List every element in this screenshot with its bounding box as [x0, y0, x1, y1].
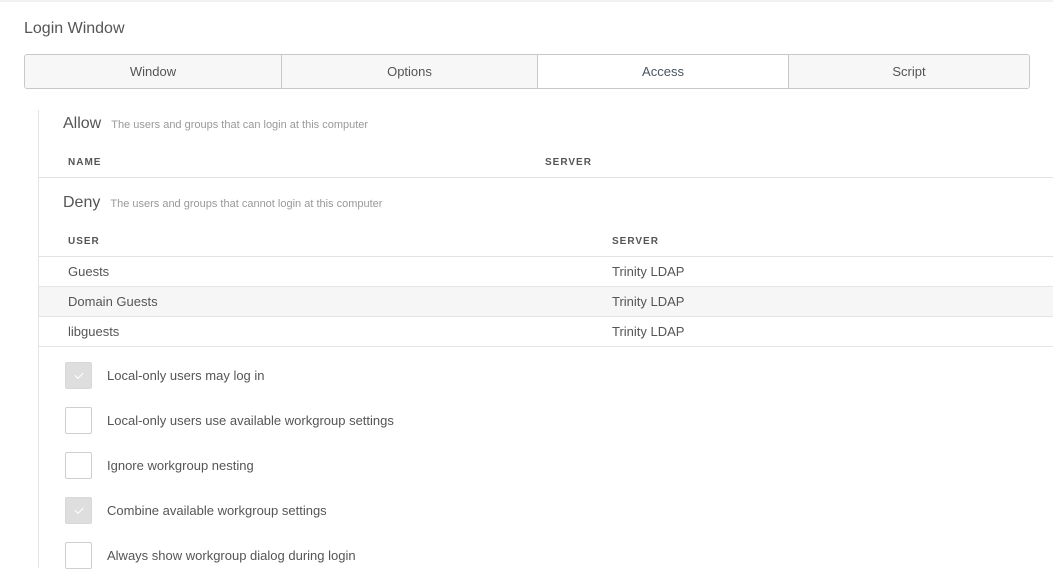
allow-description: The users and groups that can login at t… — [111, 119, 369, 131]
row-server: Trinity LDAP — [612, 324, 685, 339]
option-label: Ignore workgroup nesting — [107, 458, 254, 473]
page-title: Login Window — [24, 20, 125, 37]
tab-script[interactable]: Script — [789, 55, 1029, 88]
option-combine-workgroup[interactable]: Combine available workgroup settings — [65, 497, 327, 524]
tab-options[interactable]: Options — [282, 55, 538, 88]
deny-section-header: Deny The users and groups that cannot lo… — [63, 194, 382, 212]
top-divider — [0, 0, 1053, 2]
deny-title: Deny — [63, 194, 101, 211]
checkbox[interactable] — [65, 407, 92, 434]
deny-col-user: USER — [68, 236, 100, 247]
checkmark-icon — [73, 504, 84, 515]
tab-window[interactable]: Window — [25, 55, 282, 88]
row-user: libguests — [68, 324, 120, 339]
checkbox[interactable] — [65, 497, 92, 524]
checkbox[interactable] — [65, 362, 92, 389]
deny-col-server: SERVER — [612, 236, 659, 247]
row-user: Domain Guests — [68, 294, 158, 309]
allow-divider — [39, 177, 1053, 178]
allow-col-name: NAME — [68, 157, 102, 168]
option-local-only-workgroup[interactable]: Local-only users use available workgroup… — [65, 407, 394, 434]
allow-title: Allow — [63, 115, 102, 132]
checkbox[interactable] — [65, 452, 92, 479]
table-row[interactable]: Domain Guests Trinity LDAP — [39, 287, 1053, 317]
deny-description: The users and groups that cannot login a… — [110, 198, 383, 210]
option-ignore-nesting[interactable]: Ignore workgroup nesting — [65, 452, 254, 479]
option-show-workgroup-dialog[interactable]: Always show workgroup dialog during logi… — [65, 542, 356, 569]
checkmark-icon — [73, 369, 84, 380]
checkbox[interactable] — [65, 542, 92, 569]
row-user: Guests — [68, 264, 110, 279]
allow-col-server: SERVER — [545, 157, 592, 168]
row-server: Trinity LDAP — [612, 264, 685, 279]
allow-section-header: Allow The users and groups that can logi… — [63, 115, 368, 133]
tab-access[interactable]: Access — [538, 55, 789, 88]
table-row[interactable]: libguests Trinity LDAP — [39, 317, 1053, 347]
table-row[interactable]: Guests Trinity LDAP — [39, 257, 1053, 287]
option-local-only-login[interactable]: Local-only users may log in — [65, 362, 265, 389]
row-server: Trinity LDAP — [612, 294, 685, 309]
access-panel: Allow The users and groups that can logi… — [38, 110, 1053, 569]
option-label: Combine available workgroup settings — [107, 503, 327, 518]
tab-bar: Window Options Access Script — [24, 54, 1030, 89]
option-label: Local-only users use available workgroup… — [107, 413, 394, 428]
option-label: Local-only users may log in — [107, 368, 265, 383]
option-label: Always show workgroup dialog during logi… — [107, 548, 356, 563]
